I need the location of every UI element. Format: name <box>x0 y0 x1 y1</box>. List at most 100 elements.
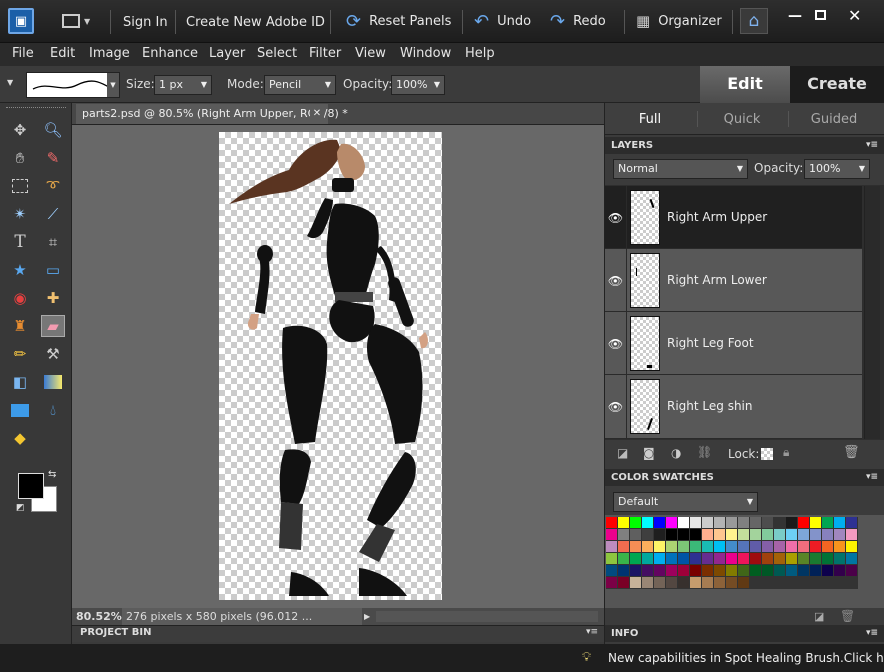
color-swatch[interactable] <box>762 541 774 553</box>
color-swatch[interactable] <box>822 565 834 577</box>
color-swatch[interactable] <box>798 529 810 541</box>
color-swatch[interactable] <box>618 541 630 553</box>
panel-menu-icon[interactable]: ▾≡ <box>866 137 878 154</box>
reset-panels-button[interactable]: ⟳ Reset Panels <box>346 9 451 33</box>
delete-swatch-icon[interactable]: 🗑︎ <box>840 609 855 623</box>
color-swatch[interactable] <box>666 517 678 529</box>
close-document-icon[interactable]: ✕ <box>310 107 324 121</box>
color-swatch[interactable] <box>702 565 714 577</box>
color-swatch[interactable] <box>798 541 810 553</box>
color-swatch[interactable] <box>762 517 774 529</box>
eye-icon[interactable]: 👁︎ <box>605 186 627 249</box>
color-swatch[interactable] <box>690 529 702 541</box>
color-swatch[interactable] <box>606 553 618 565</box>
menu-view[interactable]: View <box>355 46 386 61</box>
color-swatch[interactable] <box>690 517 702 529</box>
color-swatch[interactable] <box>846 577 858 589</box>
color-swatch[interactable] <box>822 541 834 553</box>
color-swatch[interactable] <box>606 565 618 577</box>
color-swatch[interactable] <box>798 553 810 565</box>
menu-select[interactable]: Select <box>257 46 297 61</box>
color-swatch[interactable] <box>642 529 654 541</box>
color-swatch[interactable] <box>630 541 642 553</box>
color-swatch[interactable] <box>798 565 810 577</box>
menu-file[interactable]: File <box>12 46 34 61</box>
eye-icon[interactable]: 👁︎ <box>605 249 627 312</box>
color-swatch[interactable] <box>714 565 726 577</box>
color-swatch[interactable] <box>834 577 846 589</box>
color-swatch[interactable] <box>654 553 666 565</box>
color-swatch[interactable] <box>750 541 762 553</box>
color-swatch[interactable] <box>750 553 762 565</box>
layer-row[interactable]: 👁︎ Right Leg shin <box>605 375 862 439</box>
swatch-grid[interactable] <box>606 517 858 589</box>
project-bin-header[interactable]: PROJECT BIN ▾≡ <box>72 625 604 642</box>
color-swatch[interactable] <box>786 577 798 589</box>
color-swatch[interactable] <box>642 517 654 529</box>
blur-tool-icon[interactable]: 💧︎ <box>41 399 65 421</box>
menu-enhance[interactable]: Enhance <box>142 46 198 61</box>
eyedropper-tool-icon[interactable]: ✎ <box>41 147 65 169</box>
color-swatch[interactable] <box>738 541 750 553</box>
info-menu-arrow-icon[interactable]: ▶ <box>364 608 370 625</box>
layer-row[interactable]: 👁︎ Right Arm Upper <box>605 186 862 249</box>
new-swatch-icon[interactable]: ◪ <box>814 610 824 623</box>
color-swatch[interactable] <box>786 517 798 529</box>
paint-bucket-tool-icon[interactable]: ◧ <box>8 371 32 393</box>
mode-dropdown[interactable]: Pencil ▼ <box>264 75 336 95</box>
color-swatch[interactable] <box>690 565 702 577</box>
shape-tool-icon[interactable] <box>8 399 32 421</box>
minimize-button[interactable]: — <box>788 8 802 24</box>
layout-switcher-button[interactable]: ▼ <box>62 11 102 31</box>
color-swatch[interactable] <box>642 577 654 589</box>
crop-tool-icon[interactable]: ⌗ <box>41 231 65 253</box>
magic-wand-tool-icon[interactable]: ✴︎ <box>8 203 32 225</box>
color-swatch[interactable] <box>678 565 690 577</box>
horizontal-scrollbar[interactable] <box>376 611 598 622</box>
layers-panel-header[interactable]: LAYERS ▾≡ <box>605 137 884 154</box>
color-swatch[interactable] <box>810 565 822 577</box>
menu-layer[interactable]: Layer <box>209 46 245 61</box>
mode-full[interactable]: Full <box>605 112 695 127</box>
color-swatch[interactable] <box>738 529 750 541</box>
color-swatch[interactable] <box>834 541 846 553</box>
color-swatch[interactable] <box>750 529 762 541</box>
color-swatch[interactable] <box>834 553 846 565</box>
color-swatch[interactable] <box>810 541 822 553</box>
color-swatch[interactable] <box>822 577 834 589</box>
cookie-cutter-tool-icon[interactable]: ★ <box>8 259 32 281</box>
add-mask-icon[interactable]: ◙ <box>643 446 655 460</box>
color-swatch[interactable] <box>738 517 750 529</box>
color-swatch[interactable] <box>678 577 690 589</box>
color-swatch[interactable] <box>810 553 822 565</box>
panel-menu-icon[interactable]: ▾≡ <box>866 469 878 486</box>
color-swatch[interactable] <box>702 529 714 541</box>
organizer-button[interactable]: ▦ Organizer <box>636 9 722 33</box>
color-swatch[interactable] <box>786 541 798 553</box>
pencil-tool-icon[interactable]: ✏︎ <box>8 343 32 365</box>
color-swatch[interactable] <box>786 553 798 565</box>
color-swatch[interactable] <box>762 577 774 589</box>
mode-quick[interactable]: Quick <box>697 112 787 127</box>
color-swatch[interactable] <box>630 529 642 541</box>
mode-guided[interactable]: Guided <box>789 112 879 127</box>
color-swatch[interactable] <box>726 553 738 565</box>
color-swatch[interactable] <box>750 517 762 529</box>
color-swatch[interactable] <box>726 565 738 577</box>
quick-selection-tool-icon[interactable]: ⟋ <box>41 203 65 225</box>
color-swatch[interactable] <box>666 529 678 541</box>
color-swatch[interactable] <box>714 529 726 541</box>
color-swatch[interactable] <box>846 541 858 553</box>
color-swatch[interactable] <box>666 541 678 553</box>
color-swatch[interactable] <box>666 565 678 577</box>
document-tab[interactable]: parts2.psd @ 80.5% (Right Arm Upper, RGB… <box>76 104 348 124</box>
redo-button[interactable]: ↷ Redo <box>550 9 606 33</box>
menu-image[interactable]: Image <box>89 46 130 61</box>
color-swatch[interactable] <box>822 517 834 529</box>
color-swatch[interactable] <box>654 577 666 589</box>
color-swatch[interactable] <box>714 553 726 565</box>
swap-colors-icon[interactable]: ⇆ <box>48 469 56 480</box>
maximize-button[interactable] <box>815 10 826 20</box>
sign-in-link[interactable]: Sign In <box>123 15 168 30</box>
close-button[interactable]: ✕ <box>848 6 861 25</box>
